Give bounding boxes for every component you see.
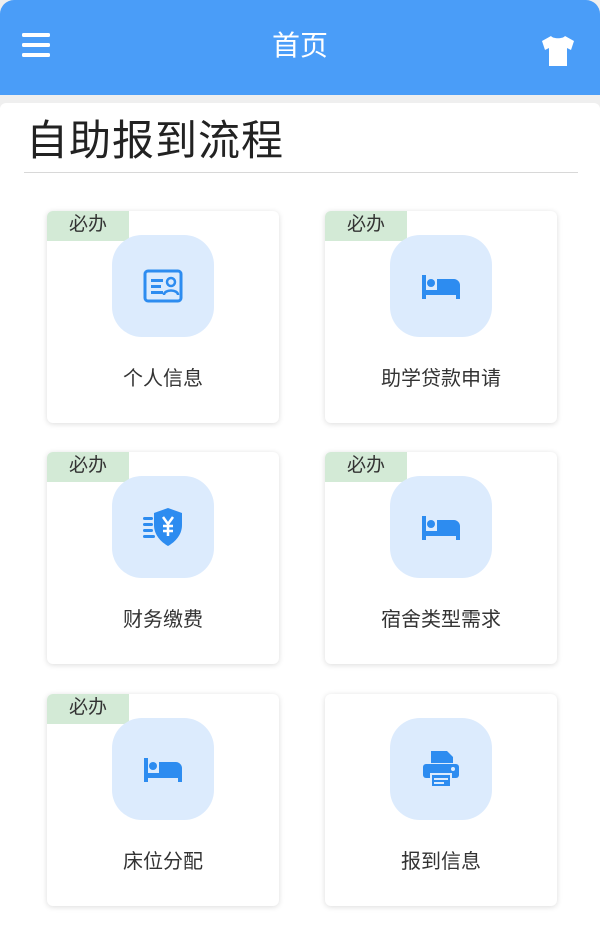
required-badge: 必办 [47,211,129,241]
card-label: 宿舍类型需求 [381,607,501,631]
app-header: 首页 [0,0,600,95]
divider [24,172,578,173]
bed-icon [422,516,460,540]
tshirt-icon [542,36,574,66]
required-badge: 必办 [47,694,129,724]
required-badge: 必办 [47,452,129,482]
card-label: 财务缴费 [123,607,203,631]
icon-tile [390,718,492,820]
card-fee-payment[interactable]: 必办 财务缴费 [47,452,279,664]
icon-tile [390,235,492,337]
theme-button[interactable] [538,30,578,70]
printer-icon [423,751,459,788]
required-badge: 必办 [325,452,407,482]
card-label: 个人信息 [123,366,203,390]
card-personal-info[interactable]: 必办 个人信息 [47,211,279,423]
card-label: 报到信息 [401,849,481,873]
icon-tile [390,476,492,578]
icon-tile [112,235,214,337]
main-content: 自助报到流程 必办 个人信息 必办 助学贷款申请 必办 财务缴费 必办 宿舍类型… [0,103,600,934]
card-bed-assignment[interactable]: 必办 床位分配 [47,694,279,906]
card-label: 助学贷款申请 [381,366,501,390]
icon-tile [112,476,214,578]
bed-icon [144,758,182,782]
card-dorm-type[interactable]: 必办 宿舍类型需求 [325,452,557,664]
card-registration-info[interactable]: 报到信息 [325,694,557,906]
icon-tile [112,718,214,820]
required-badge: 必办 [325,211,407,241]
bed-icon [422,275,460,299]
page-title: 首页 [271,29,328,62]
section-title: 自助报到流程 [26,116,285,165]
card-label: 床位分配 [123,849,203,873]
id-card-icon [143,269,183,303]
yuan-shield-icon [143,508,182,546]
card-student-loan[interactable]: 必办 助学贷款申请 [325,211,557,423]
